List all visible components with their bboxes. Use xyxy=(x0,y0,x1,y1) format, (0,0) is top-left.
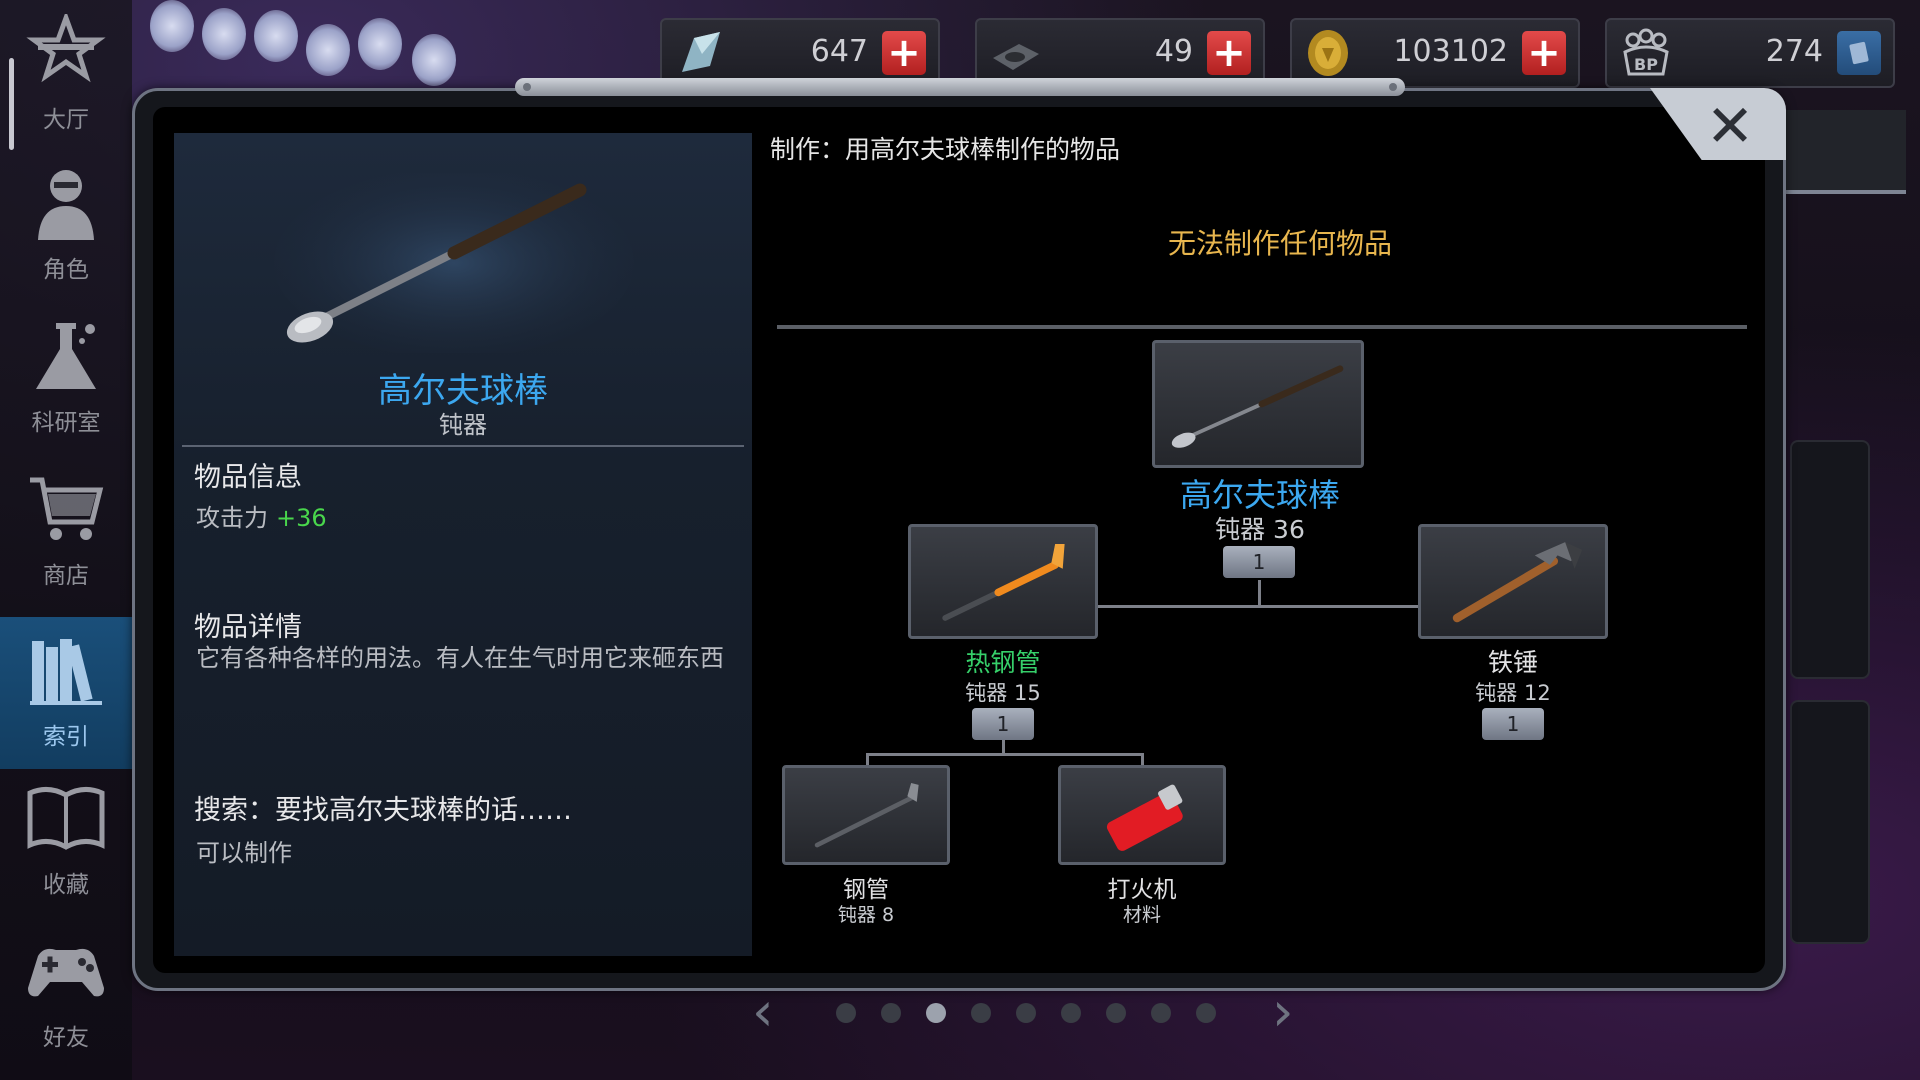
lobby-icon xyxy=(26,14,106,83)
recipe-node-iron-hammer[interactable] xyxy=(1418,524,1608,639)
card-icon xyxy=(1849,41,1869,65)
page-dot[interactable] xyxy=(926,1003,946,1023)
search-result: 可以制作 xyxy=(196,839,292,867)
lab-flask-icon xyxy=(36,323,96,389)
recipe-count-badge: 1 xyxy=(1223,546,1295,578)
sidebar: 大厅 角色 科研室 商店 索引 收藏 好友 xyxy=(0,0,132,1080)
gold-coin-icon xyxy=(1308,30,1348,76)
add-gold-button[interactable]: + xyxy=(1522,31,1566,75)
recipe-name: 热钢管 xyxy=(965,648,1041,677)
crystal-icon xyxy=(682,32,720,72)
stage-lights-decoration xyxy=(150,0,490,90)
sidebar-item-label: 科研室 xyxy=(31,410,101,436)
prev-page-arrow[interactable]: ‹ xyxy=(752,985,774,1039)
background-tab xyxy=(1786,110,1906,194)
item-info-panel: 高尔夫球棒 钝器 物品信息 攻击力 +36 物品详情 它有各种各样的用法。有人在生… xyxy=(174,133,752,956)
search-title: 搜索：要找高尔夫球棒的话…… xyxy=(194,795,572,826)
divider xyxy=(182,445,744,447)
recipe-count-badge: 1 xyxy=(972,708,1034,740)
character-icon xyxy=(38,170,94,240)
lighter-icon xyxy=(1106,784,1183,851)
bp-icon: BP xyxy=(1623,28,1669,76)
hammer-icon xyxy=(1452,542,1583,623)
attack-stat: 攻击力 +36 xyxy=(196,498,327,533)
sidebar-item-label: 商店 xyxy=(43,563,89,589)
background-panel xyxy=(1790,440,1870,679)
sidebar-item-character[interactable]: 角色 xyxy=(0,150,132,302)
sidebar-item-index[interactable]: 索引 xyxy=(0,617,132,769)
page-dot[interactable] xyxy=(1151,1003,1171,1023)
hot-steel-pipe-icon xyxy=(942,544,1065,621)
page-dot[interactable] xyxy=(1196,1003,1216,1023)
sidebar-item-lab[interactable]: 科研室 xyxy=(0,303,132,455)
books-index-icon xyxy=(30,639,102,705)
tree-connector xyxy=(1002,740,1005,754)
tree-connector xyxy=(866,753,869,765)
golf-club-image xyxy=(274,173,634,353)
sidebar-item-label: 索引 xyxy=(43,724,89,750)
recipe-node-hot-steel-pipe[interactable] xyxy=(908,524,1098,639)
shopping-cart-icon xyxy=(30,477,104,540)
attack-value: +36 xyxy=(276,504,327,532)
recipe-name: 钢管 xyxy=(843,877,889,903)
currency-bp: BP 274 xyxy=(1605,18,1895,88)
craft-header: 制作：用高尔夫球棒制作的物品 xyxy=(770,135,1121,164)
page-dot[interactable] xyxy=(971,1003,991,1023)
sidebar-item-collection[interactable]: 收藏 xyxy=(0,765,132,917)
recipe-node-steel-pipe[interactable] xyxy=(782,765,950,865)
recipe-count-badge: 1 xyxy=(1482,708,1544,740)
sidebar-item-label: 大厅 xyxy=(43,107,89,133)
recipe-name: 打火机 xyxy=(1107,877,1177,903)
item-details-title: 物品详情 xyxy=(194,612,302,643)
next-page-arrow[interactable]: › xyxy=(1272,985,1294,1039)
attack-label: 攻击力 xyxy=(196,504,268,532)
page-dot[interactable] xyxy=(1061,1003,1081,1023)
bp-amount: 274 xyxy=(1765,34,1823,69)
recipe-stat: 钝器 15 xyxy=(965,681,1041,705)
close-button[interactable]: ✕ xyxy=(1695,96,1765,156)
add-chip-button[interactable]: + xyxy=(1207,31,1251,75)
crystal-amount: 647 xyxy=(810,34,868,69)
craft-divider xyxy=(777,325,1747,329)
tree-connector xyxy=(1098,605,1418,608)
craft-none-message: 无法制作任何物品 xyxy=(1167,227,1392,260)
add-crystal-button[interactable]: + xyxy=(882,31,926,75)
golf-club-icon xyxy=(1171,365,1344,448)
item-details-text: 它有各种各样的用法。有人在生气时用它来砸东西 xyxy=(196,644,724,672)
gold-amount: 103102 xyxy=(1393,34,1508,69)
sidebar-item-label: 角色 xyxy=(43,257,89,283)
recipe-stat: 钝器 12 xyxy=(1475,681,1551,705)
modal-drag-handle[interactable] xyxy=(515,78,1405,96)
recipe-stat: 材料 xyxy=(1122,904,1161,926)
tree-connector xyxy=(866,753,1144,756)
gamepad-icon xyxy=(28,948,104,997)
tree-connector xyxy=(1258,580,1261,606)
recipe-stat: 钝器 8 xyxy=(837,904,895,926)
page-dot[interactable] xyxy=(1106,1003,1126,1023)
sidebar-item-friends[interactable]: 好友 xyxy=(0,918,132,1070)
sidebar-item-label: 好友 xyxy=(43,1025,89,1051)
bp-card-button[interactable] xyxy=(1837,31,1881,75)
item-info-title: 物品信息 xyxy=(194,462,302,493)
background-panel xyxy=(1790,700,1870,944)
page-dot[interactable] xyxy=(881,1003,901,1023)
svg-text:BP: BP xyxy=(1634,55,1658,74)
recipe-node-golf-club[interactable] xyxy=(1152,340,1364,468)
sidebar-item-shop[interactable]: 商店 xyxy=(0,456,132,608)
chip-amount: 49 xyxy=(1154,34,1193,69)
recipe-stat: 钝器 36 xyxy=(1215,515,1305,544)
open-book-icon xyxy=(27,787,105,850)
page-dot[interactable] xyxy=(1016,1003,1036,1023)
sidebar-item-lobby[interactable]: 大厅 xyxy=(0,0,132,152)
item-type: 钝器 xyxy=(439,411,487,439)
tree-connector xyxy=(1141,753,1144,765)
recipe-name: 铁锤 xyxy=(1487,648,1538,677)
steel-pipe-icon xyxy=(814,783,919,848)
recipe-node-lighter[interactable] xyxy=(1058,765,1226,865)
page-dot[interactable] xyxy=(836,1003,856,1023)
chip-icon xyxy=(993,44,1039,70)
sidebar-item-label: 收藏 xyxy=(43,872,89,898)
